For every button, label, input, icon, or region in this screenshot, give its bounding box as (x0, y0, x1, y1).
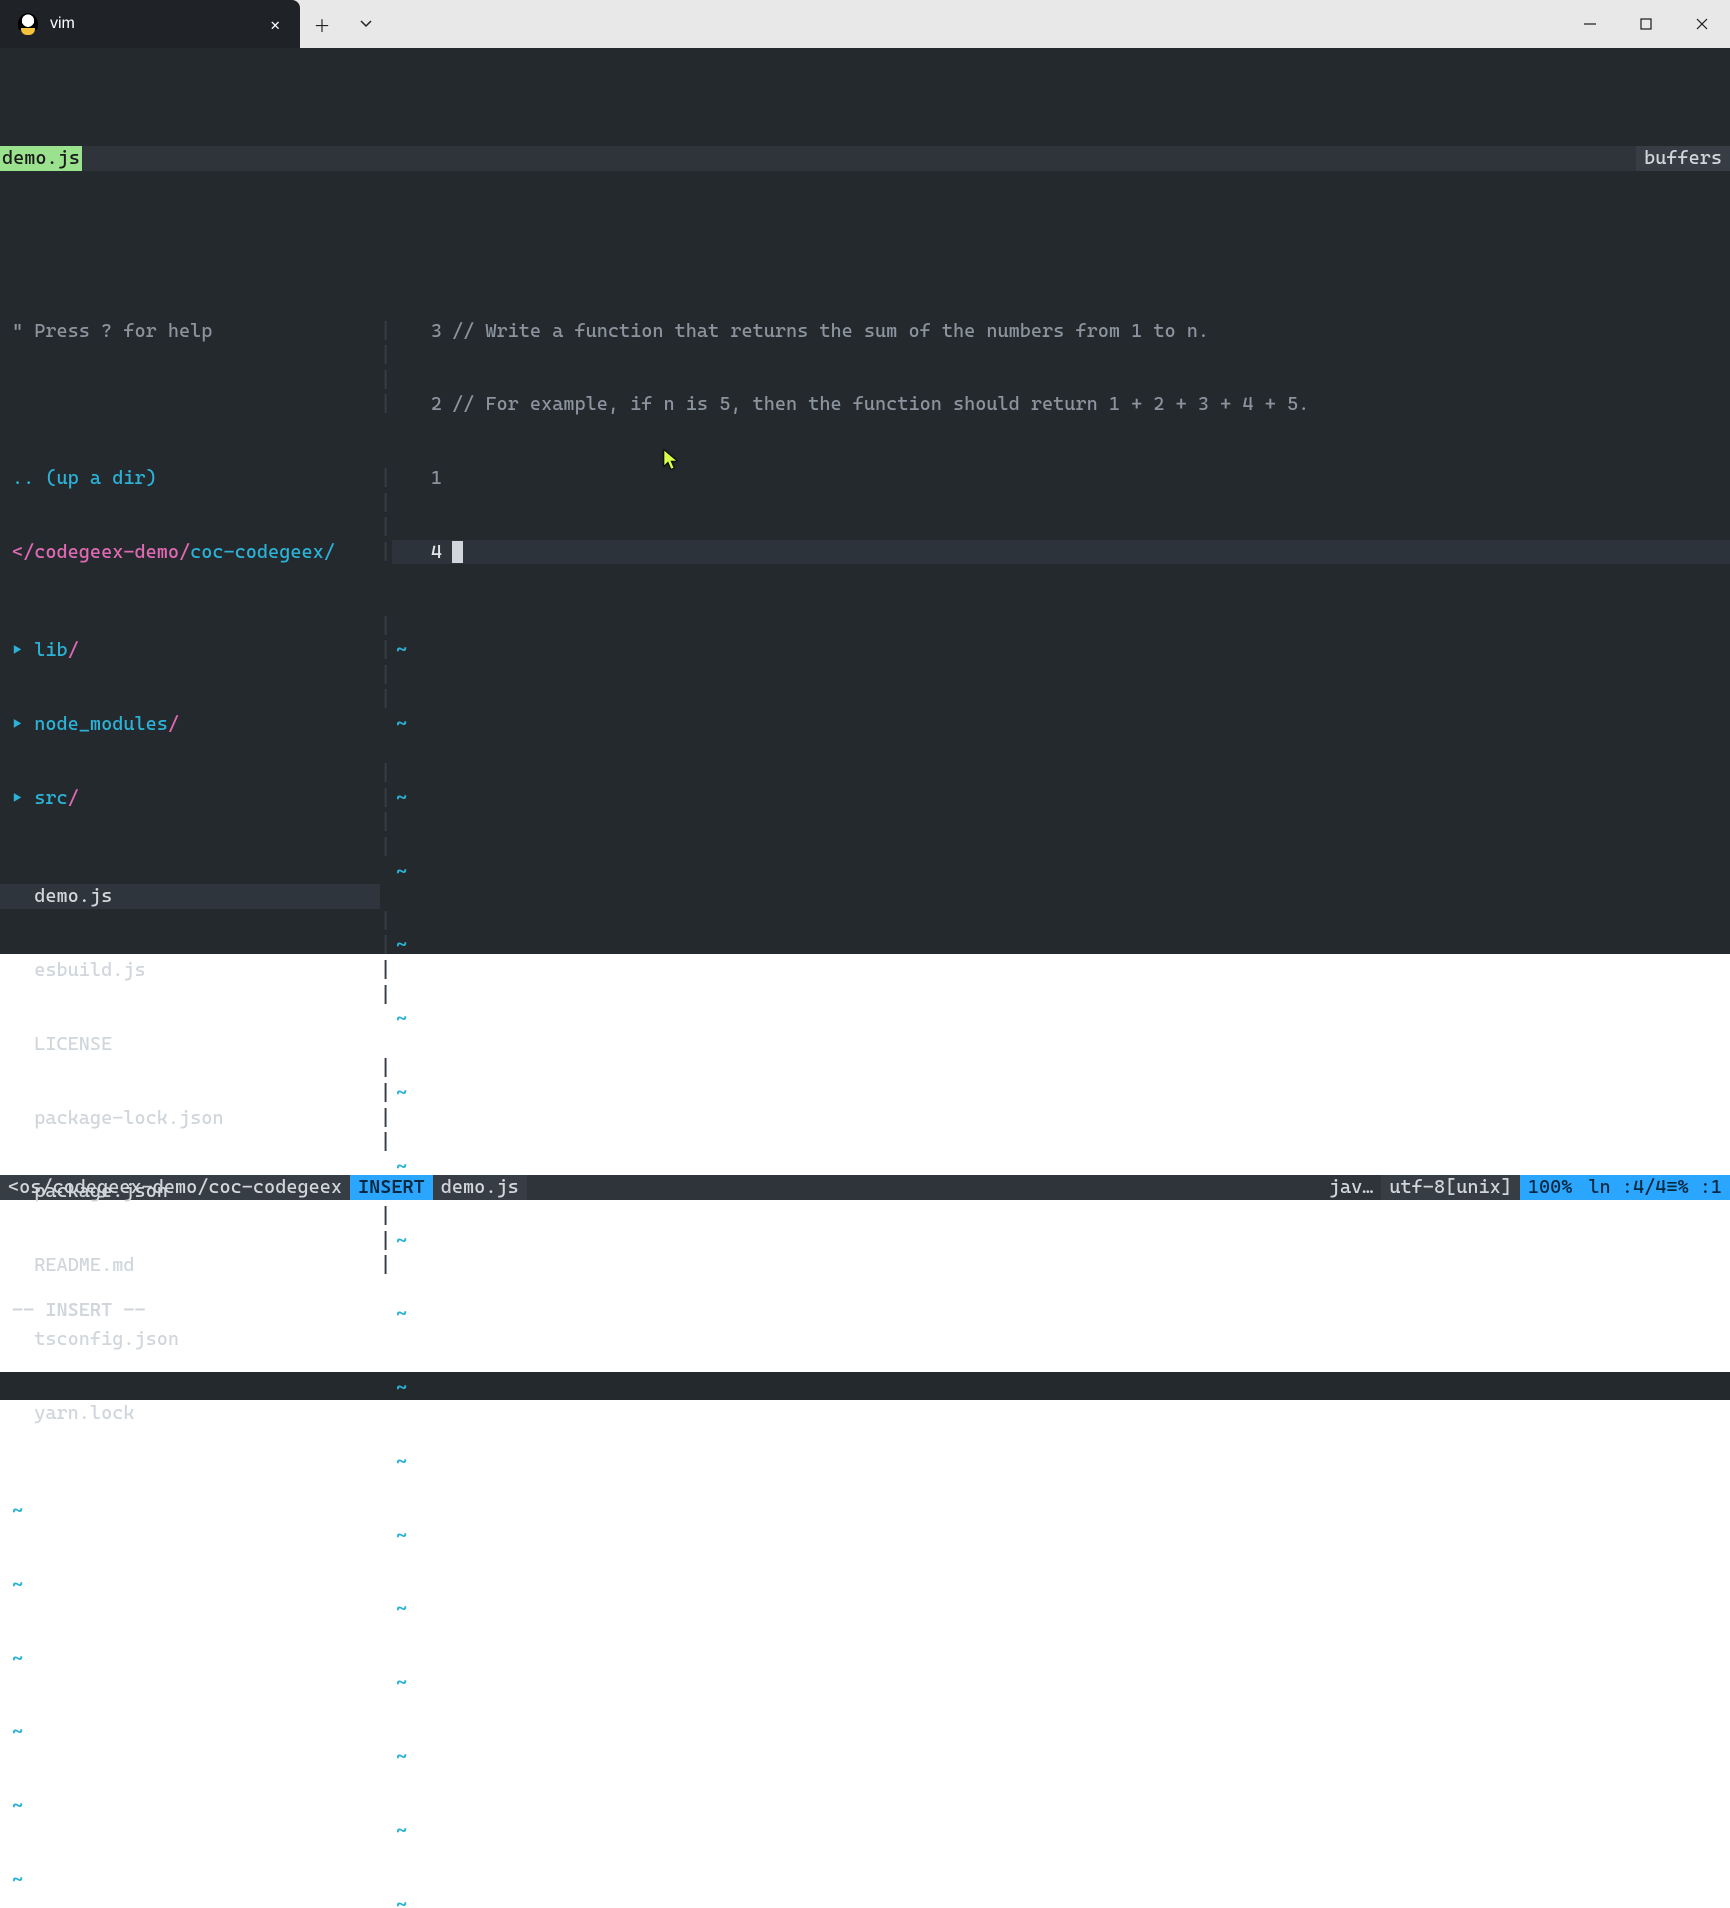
editor-empty-line: ~ (392, 933, 452, 958)
tree-root-path: </codegeex-demo/coc-codegeex/ (12, 540, 380, 565)
editor-empty-line: ~ (392, 1597, 452, 1622)
tree-empty-line: ~ (12, 1499, 380, 1524)
editor-empty-line: ~ (392, 1671, 452, 1696)
tree-file-license[interactable]: LICENSE (12, 1032, 380, 1057)
editor-pane[interactable]: 3 // Write a function that returns the s… (392, 269, 1730, 1077)
close-window-button[interactable] (1674, 0, 1730, 48)
bufferline: demo.js buffers (0, 146, 1730, 171)
tree-empty-line: ~ (12, 1868, 380, 1893)
close-tab-button[interactable]: ✕ (264, 11, 286, 38)
linux-icon (18, 13, 38, 35)
tree-empty-line: ~ (12, 1794, 380, 1819)
tree-dir-src[interactable]: ▸ src/ (12, 786, 380, 811)
editor-empty-line: ~ (392, 1819, 452, 1844)
window-titlebar: vim ✕ ＋ (0, 0, 1730, 48)
editor-empty-line: ~ (392, 1376, 452, 1401)
editor-empty-line: ~ (392, 712, 452, 737)
tree-file-demo-js[interactable]: demo.js (0, 884, 380, 909)
new-tab-button[interactable]: ＋ (300, 0, 344, 48)
tree-file-package-lock[interactable]: package-lock.json (12, 1106, 380, 1131)
tree-file-package-json[interactable]: package.json (12, 1179, 380, 1204)
code-line: // For example, if n is 5, then the func… (452, 392, 1309, 417)
text-cursor (452, 541, 463, 563)
editor-empty-line: ~ (392, 1524, 452, 1549)
tree-dir-lib[interactable]: ▸ lib/ (12, 638, 380, 663)
editor-empty-line: ~ (392, 860, 452, 885)
editor-empty-line: ~ (392, 1007, 452, 1032)
cursor-line[interactable]: 4 (392, 540, 1730, 565)
editor-empty-line: ~ (392, 638, 452, 663)
vertical-split: |||| |||| |||| |||| |||| |||| ||| (380, 269, 392, 1077)
editor-empty-line: ~ (392, 1155, 452, 1180)
tree-help-line: " Press ? for help (12, 319, 380, 344)
file-tree[interactable]: " Press ? for help .. (up a dir) </codeg… (0, 269, 380, 1077)
maximize-button[interactable] (1618, 0, 1674, 48)
bufferline-active-file[interactable]: demo.js (0, 146, 82, 171)
current-line-number: 4 (392, 540, 452, 565)
code-line: // Write a function that returns the sum… (452, 319, 1209, 344)
editor-empty-line: ~ (392, 1745, 452, 1770)
tree-file-tsconfig[interactable]: tsconfig.json (12, 1327, 380, 1352)
editor-empty-line: ~ (392, 786, 452, 811)
line-number: 2 (392, 392, 452, 417)
terminal-tab[interactable]: vim ✕ (0, 0, 300, 48)
tree-empty-line: ~ (12, 1647, 380, 1672)
line-number: 3 (392, 319, 452, 344)
terminal[interactable]: demo.js buffers " Press ? for help .. (u… (0, 48, 1730, 954)
editor-empty-line: ~ (392, 1893, 452, 1908)
editor-empty-line: ~ (392, 1450, 452, 1475)
minimize-button[interactable] (1562, 0, 1618, 48)
tree-file-yarn-lock[interactable]: yarn.lock (12, 1401, 380, 1426)
tree-updir[interactable]: .. (up a dir) (12, 466, 380, 491)
tree-empty-line: ~ (12, 1573, 380, 1598)
line-number: 1 (392, 466, 452, 491)
tree-dir-node-modules[interactable]: ▸ node_modules/ (12, 712, 380, 737)
tree-empty-line: ~ (12, 1720, 380, 1745)
editor-empty-line: ~ (392, 1081, 452, 1106)
tab-dropdown-button[interactable] (344, 0, 388, 48)
editor-empty-line: ~ (392, 1302, 452, 1327)
tab-title: vim (50, 15, 75, 33)
tree-file-esbuild-js[interactable]: esbuild.js (12, 958, 380, 983)
editor-empty-line: ~ (392, 1229, 452, 1254)
bufferline-right-label[interactable]: buffers (1636, 146, 1730, 171)
tree-file-readme[interactable]: README.md (12, 1253, 380, 1278)
